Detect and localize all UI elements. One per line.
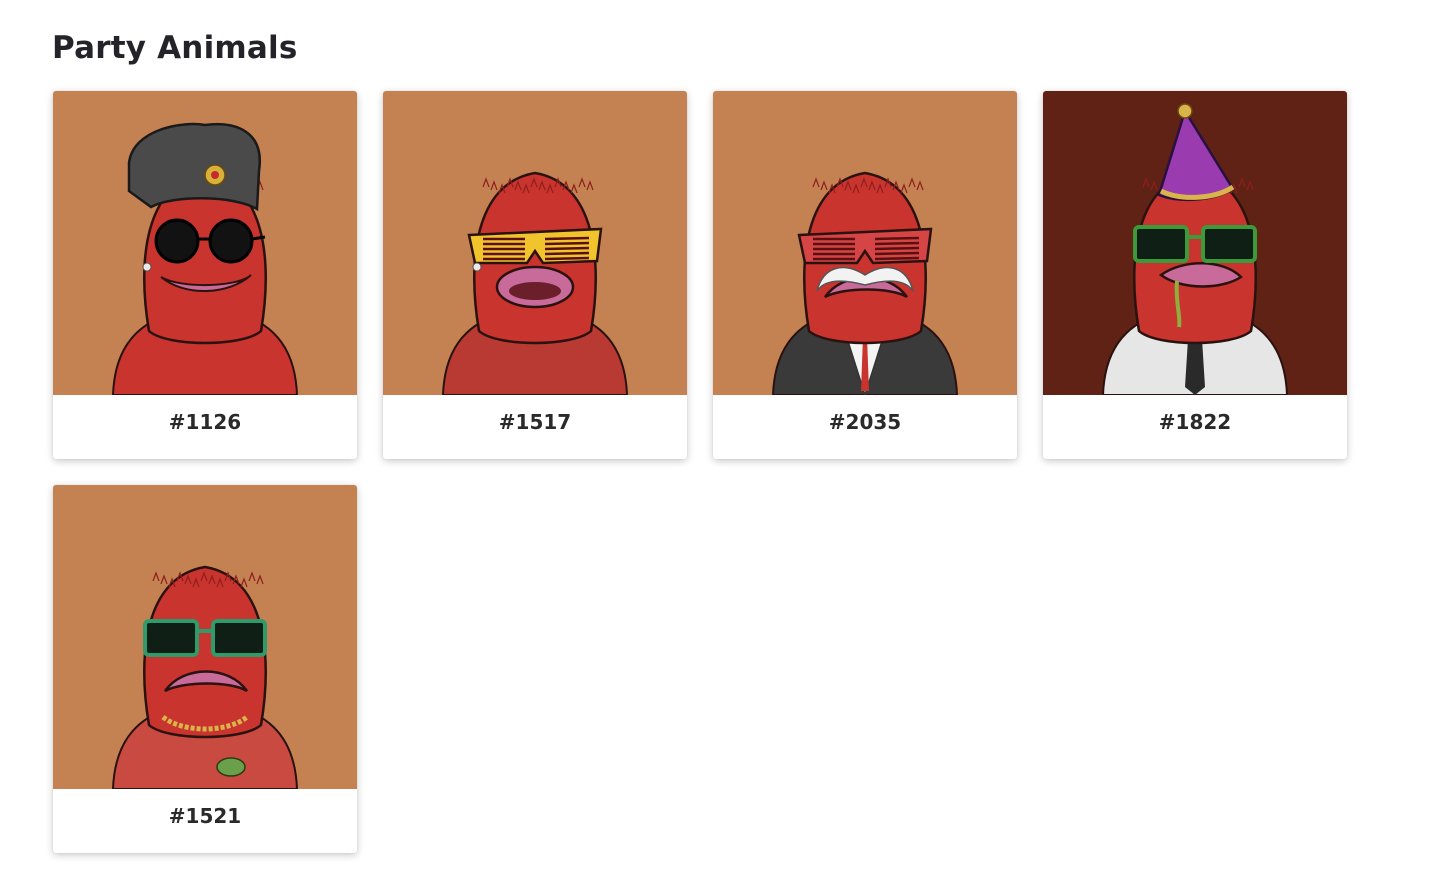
left-lens bbox=[1133, 225, 1189, 263]
shutter-slat bbox=[874, 246, 920, 251]
hat-pompom bbox=[1177, 103, 1193, 119]
nft-image bbox=[383, 91, 687, 395]
nft-image bbox=[1043, 91, 1347, 395]
earring bbox=[142, 262, 152, 272]
nft-card[interactable]: #2035 bbox=[713, 91, 1017, 459]
shutter-slat bbox=[544, 241, 590, 246]
nft-label: #1521 bbox=[168, 804, 242, 828]
nft-label: #1517 bbox=[498, 410, 572, 434]
shutter-slat bbox=[874, 251, 920, 256]
nft-image bbox=[53, 485, 357, 789]
right-lens bbox=[1201, 225, 1257, 263]
nft-grid: #1126 #1517 #2035 #1822 #1521 bbox=[53, 91, 1347, 853]
temple bbox=[251, 235, 266, 241]
shutter-slat bbox=[544, 256, 590, 261]
shutter-slat bbox=[544, 251, 590, 256]
nft-card[interactable]: #1521 bbox=[53, 485, 357, 853]
collection-title: Party Animals bbox=[52, 30, 298, 66]
nft-card[interactable]: #1517 bbox=[383, 91, 687, 459]
gallery-page: Party Animals #1126 #1517 #2035 #1822 #1… bbox=[0, 0, 1436, 884]
shutter-slat bbox=[874, 236, 920, 241]
frog-patch bbox=[216, 757, 246, 777]
right-lens bbox=[211, 619, 267, 657]
nft-image bbox=[713, 91, 1017, 395]
right-lens bbox=[208, 218, 254, 264]
nft-image bbox=[53, 91, 357, 395]
nft-card[interactable]: #1126 bbox=[53, 91, 357, 459]
left-lens bbox=[154, 218, 200, 264]
nft-card[interactable]: #1822 bbox=[1043, 91, 1347, 459]
nft-label: #1822 bbox=[1158, 410, 1232, 434]
shutter-slat bbox=[874, 256, 920, 261]
mouth-inside bbox=[509, 282, 561, 300]
ushanka-hat bbox=[127, 122, 262, 212]
left-lens bbox=[143, 619, 199, 657]
nft-label: #2035 bbox=[828, 410, 902, 434]
nft-label: #1126 bbox=[168, 410, 242, 434]
shutter-slat bbox=[544, 236, 590, 241]
shutter-slat bbox=[544, 246, 590, 251]
hat-star bbox=[211, 171, 219, 179]
shutter-slat bbox=[874, 241, 920, 246]
earring bbox=[472, 262, 482, 272]
